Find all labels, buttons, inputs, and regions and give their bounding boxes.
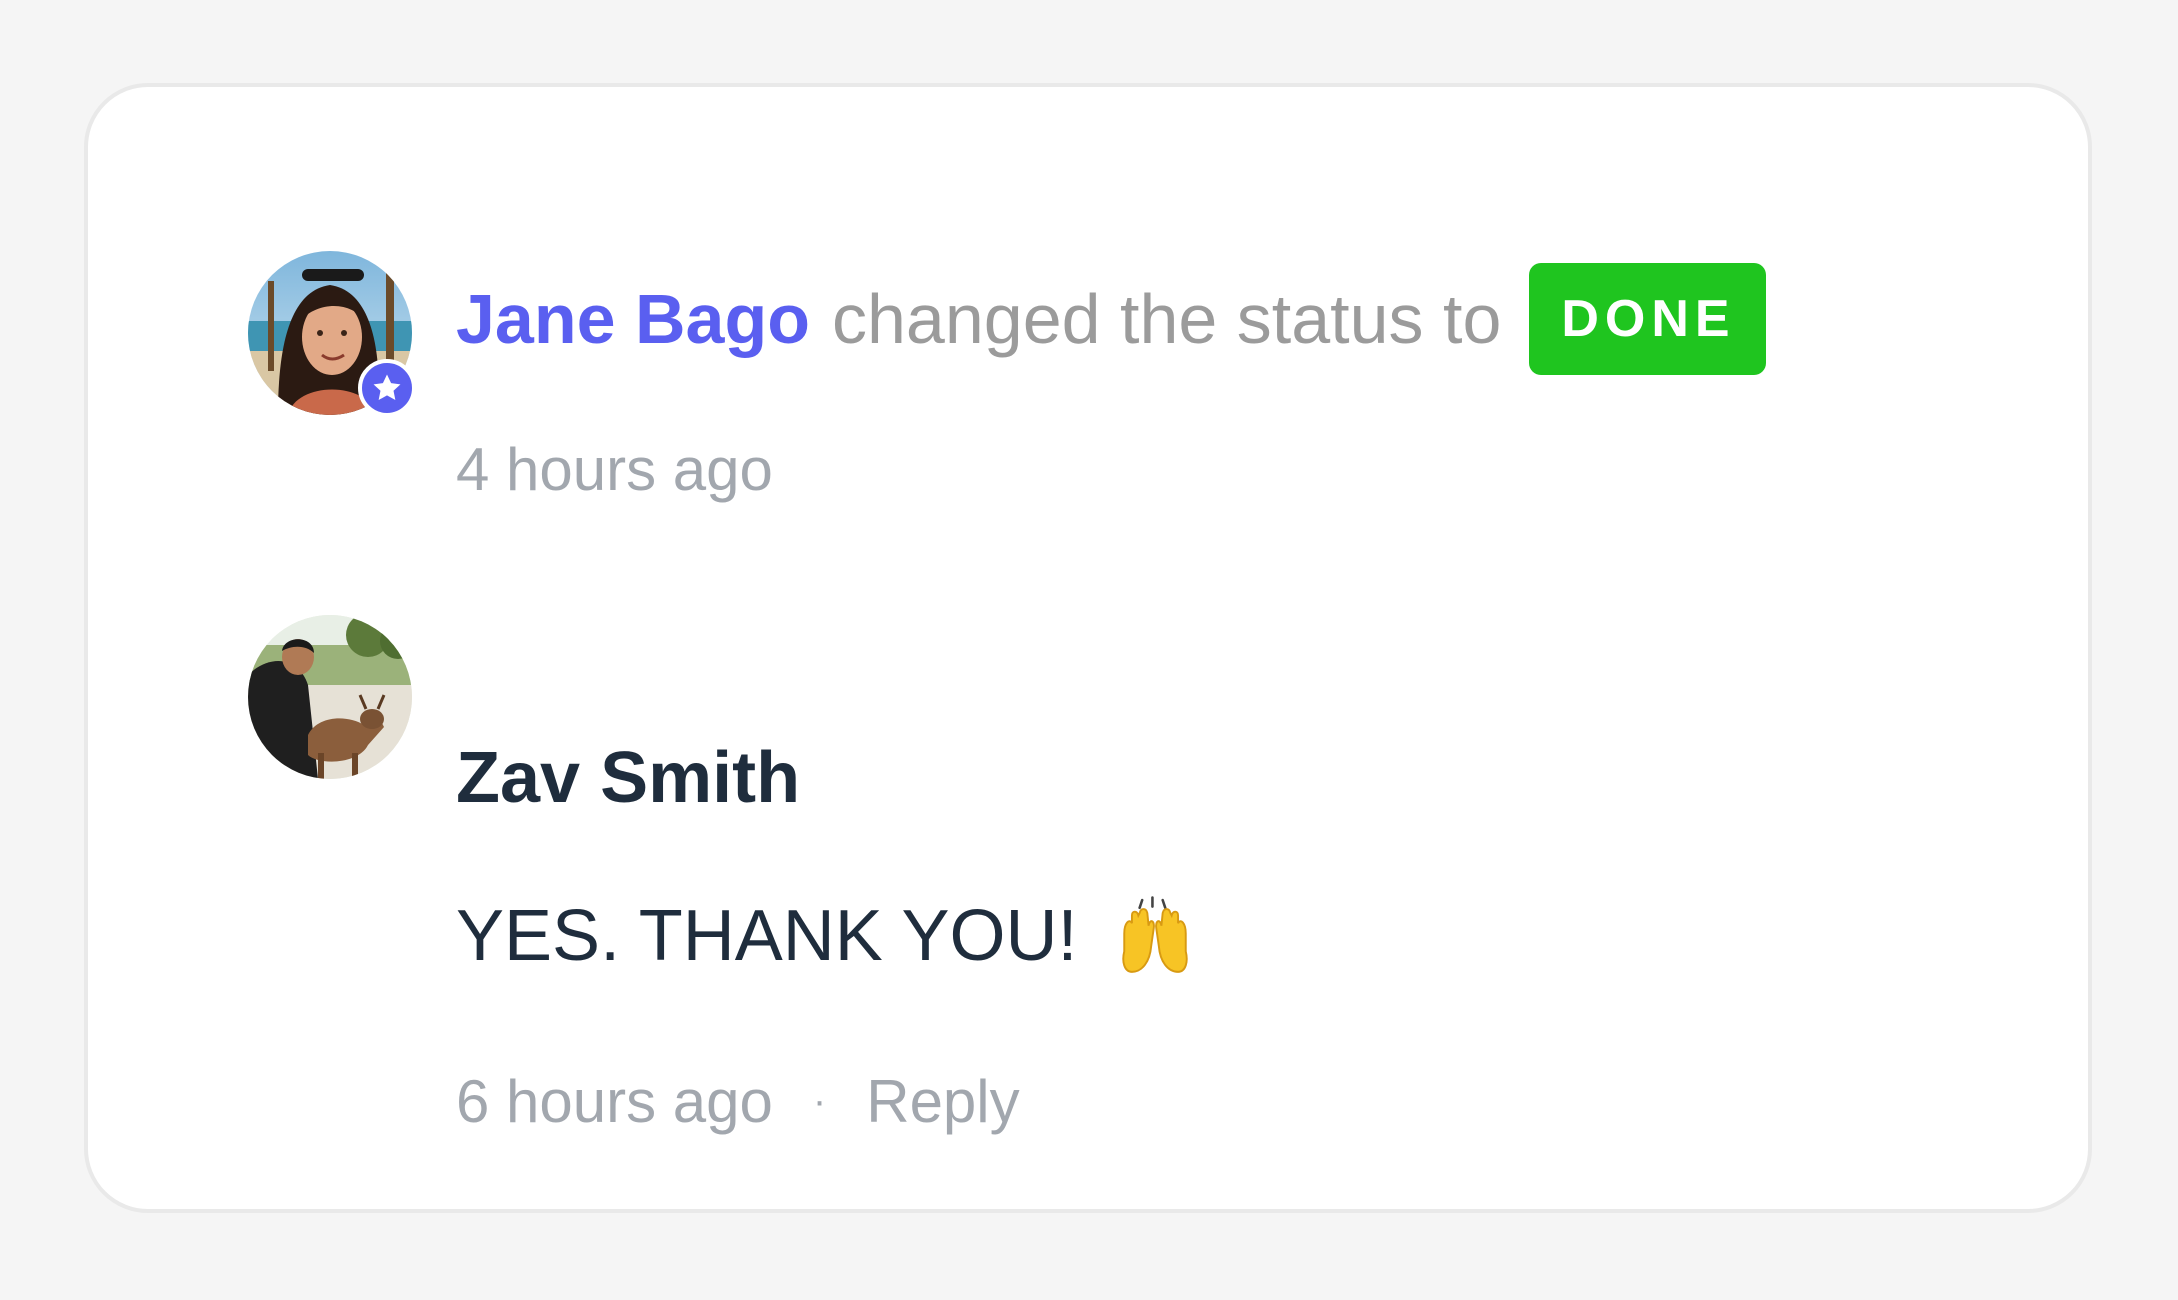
comment-author[interactable]: Zav Smith [456,737,800,819]
star-icon [373,374,401,401]
comment-message: YES. THANK YOU! [456,895,1196,977]
raising-hands-icon [1114,895,1196,977]
avatar-zav-smith[interactable] [248,615,412,779]
status-change-action: changed the status to [832,280,1502,358]
owner-badge [358,359,416,417]
meta-separator: · [812,1079,827,1123]
comment-timestamp: 6 hours ago [456,1068,773,1135]
avatar-photo-man-with-deer-icon [248,615,412,779]
author-link[interactable]: Jane Bago [456,279,810,359]
comment-meta: 6 hours ago · Reply [456,1067,1020,1136]
comment-text: YES. THANK YOU! [456,896,1078,976]
activity-card: Jane Bago changed the status to DONE 4 h… [84,83,2092,1213]
status-badge: DONE [1529,263,1766,375]
reply-button[interactable]: Reply [866,1067,1019,1136]
status-change-line: Jane Bago changed the status to DONE [456,263,1766,375]
status-change-timestamp: 4 hours ago [456,436,773,503]
